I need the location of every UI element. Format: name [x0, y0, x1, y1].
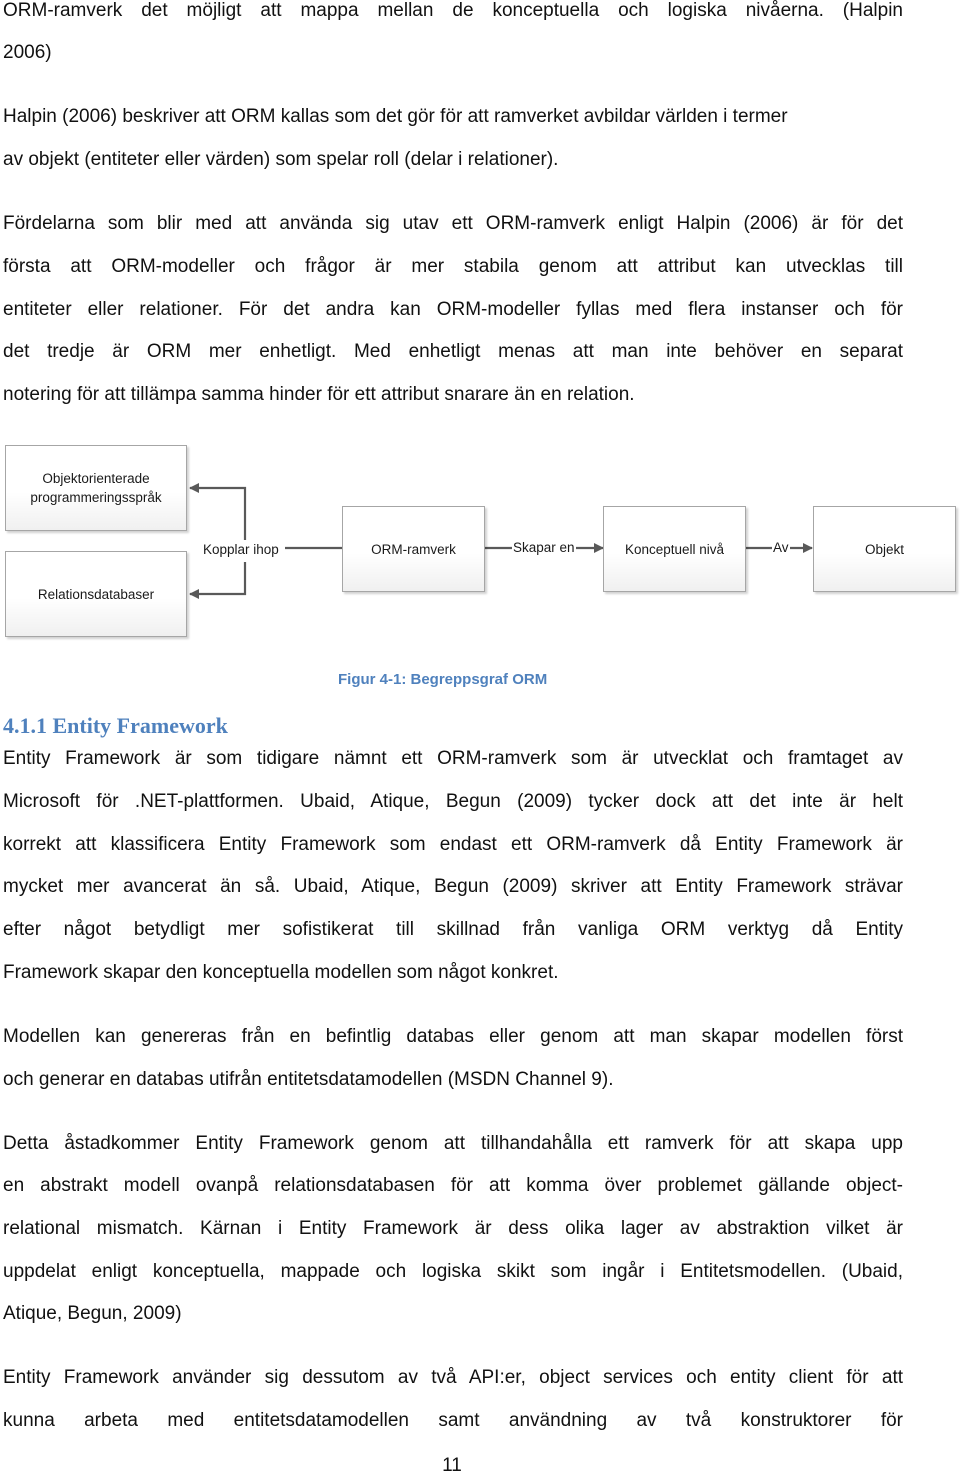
node-oop: Objektorienterade programmeringsspråk: [5, 445, 187, 531]
edge-label-av: Av: [772, 540, 790, 556]
node-label: Konceptuell nivå: [624, 541, 725, 557]
page-number: 11: [442, 1455, 462, 1476]
text-line: Entity Framework är som tidigare nämnt e…: [3, 748, 903, 769]
node-rdb: Relationsdatabaser: [5, 551, 187, 637]
node-konceptuell: Konceptuell nivå: [603, 506, 746, 592]
text-line: Framework skapar den konceptuella modell…: [3, 962, 559, 983]
text-line: relational mismatch. Kärnan i Entity Fra…: [3, 1218, 903, 1239]
edge-label-skapar: Skapar en: [512, 540, 576, 556]
text-line: Detta åstadkommer Entity Framework genom…: [3, 1133, 903, 1154]
text-line: Microsoft för .NET-plattformen. Ubaid, A…: [3, 791, 903, 812]
text-line: kunna arbeta med entitetsdatamodellen sa…: [3, 1410, 903, 1431]
text-line: Atique, Begun, 2009): [3, 1303, 182, 1324]
text-line: Modellen kan genereras från en befintlig…: [3, 1026, 903, 1047]
text-line: Entity Framework använder sig dessutom a…: [3, 1367, 903, 1388]
section-heading: 4.1.1 Entity Framework: [3, 713, 228, 738]
node-label: Objekt: [864, 541, 905, 557]
text-line: och generar en databas utifrån entitetsd…: [3, 1069, 614, 1090]
text-line: en abstrakt modell ovanpå relationsdatab…: [3, 1175, 903, 1196]
text-line: mycket mer avancerat än så. Ubaid, Atiqu…: [3, 876, 903, 897]
node-label: Objektorienterade programmeringsspråk: [30, 471, 162, 505]
node-objekt: Objekt: [813, 506, 956, 592]
connector-to-rdb: [189, 562, 247, 599]
text-line: uppdelat enligt konceptuella, mappade oc…: [3, 1261, 903, 1282]
node-label: ORM-ramverk: [371, 541, 456, 557]
node-orm: ORM-ramverk: [342, 506, 485, 592]
figure-caption: Figur 4-1: Begreppsgraf ORM: [338, 671, 548, 688]
text-line: efter något betydligt mer sofistikerat t…: [3, 919, 903, 940]
connector-to-oop: [189, 483, 247, 540]
node-label: Relationsdatabaser: [37, 586, 155, 602]
edge-label-kopplar: Kopplar ihop: [202, 542, 280, 558]
text-line: korrekt att klassificera Entity Framewor…: [3, 834, 903, 855]
